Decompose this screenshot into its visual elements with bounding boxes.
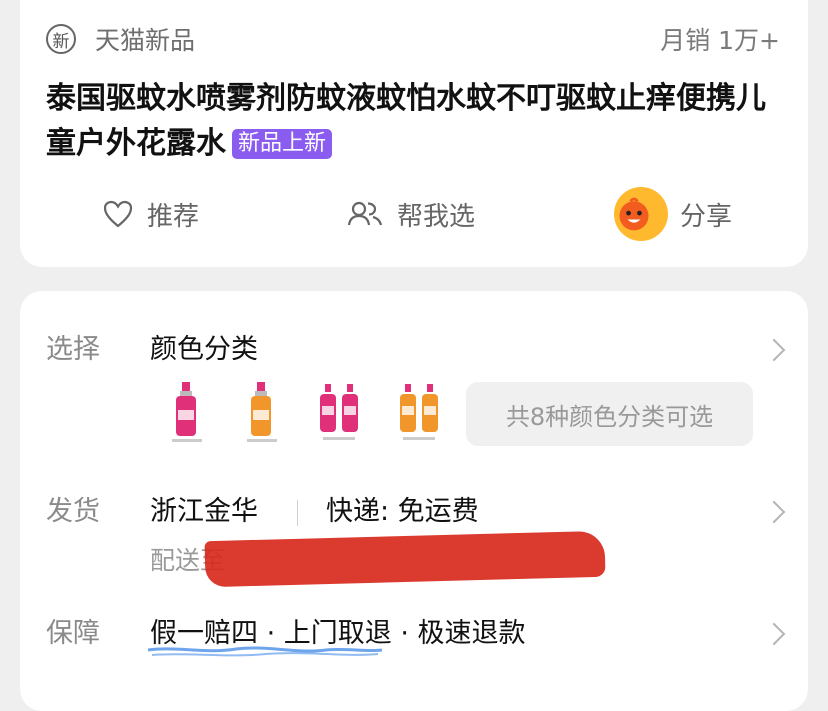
shipping-courier: 快递: 免运费 (326, 496, 479, 527)
help-choose-button[interactable]: 帮我选 (347, 192, 475, 236)
heart-icon (103, 200, 133, 228)
new-arrival-tag: 新品上新 (232, 129, 333, 159)
thumbnail-orange-single[interactable] (241, 380, 283, 446)
new-badge-icon: 新 (46, 24, 76, 54)
guarantee-label: 保障 (46, 618, 100, 649)
mascot-share-icon (614, 187, 668, 241)
blue-scribble (147, 646, 383, 657)
thumbnail-pink-double[interactable] (317, 380, 363, 446)
thumbnail-pink-single[interactable] (166, 380, 208, 446)
product-title: 泰国驱蚊水喷雾剂防蚊液蚊怕水蚊不叮驱蚊止痒便携儿童户外花露水 新品上新 (46, 76, 786, 166)
select-value[interactable]: 颜色分类 (150, 332, 258, 368)
select-label: 选择 (46, 334, 100, 365)
monthly-sales: 月销 1万+ (660, 26, 780, 55)
share-button[interactable]: 分享 (614, 187, 732, 241)
help-choose-label: 帮我选 (397, 201, 476, 232)
shipping-label: 发货 (46, 496, 100, 527)
thumbnail-orange-double[interactable] (397, 380, 443, 446)
brand-label[interactable]: 天猫新品 (95, 24, 195, 58)
recommend-button[interactable]: 推荐 (103, 192, 199, 236)
people-icon (347, 201, 383, 226)
product-title-text: 泰国驱蚊水喷雾剂防蚊液蚊怕水蚊不叮驱蚊止痒便携儿童户外花露水 (46, 81, 766, 161)
shipping-origin: 浙江金华 (150, 496, 258, 527)
all-colors-button[interactable]: 共8种颜色分类可选 (466, 382, 753, 446)
recommend-label: 推荐 (147, 201, 200, 232)
divider (297, 500, 298, 526)
share-label: 分享 (680, 201, 733, 232)
